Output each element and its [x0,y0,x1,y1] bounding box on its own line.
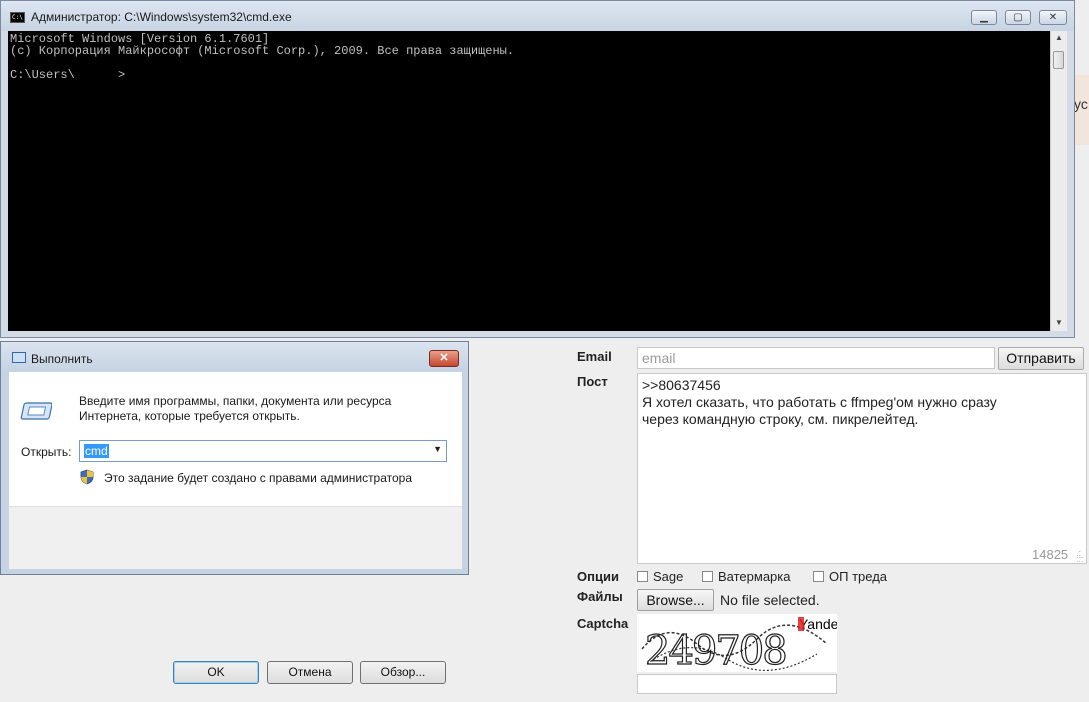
cmd-window-title: Администратор: C:\Windows\system32\cmd.e… [31,10,292,24]
run-dialog-body: Введите имя программы, папки, документа … [9,372,462,684]
cmd-window: C:\ Администратор: C:\Windows\system32\c… [0,0,1075,338]
maximize-icon[interactable]: ▢ [1005,10,1031,25]
cmd-scrollbar[interactable]: ▲ ▼ [1050,31,1067,331]
admin-note: Это задание будет создано с правами адми… [104,471,413,485]
browse-button[interactable]: Обзор... [360,661,446,684]
run-app-icon [12,352,26,363]
captcha-label: Captcha [577,616,629,631]
option-label: Sage [653,569,684,584]
option-op[interactable]: ОП треда [813,569,887,584]
open-combobox[interactable]: cmd ▼ [79,440,447,462]
open-value: cmd [84,444,109,458]
post-line: Я хотел сказать, что работать с ffmpeg'о… [642,394,997,410]
send-button[interactable]: Отправить [998,347,1084,370]
run-dialog-footer: OK Отмена Обзор... [9,506,462,684]
post-label: Пост [577,374,608,389]
run-description-line: Введите имя программы, папки, документа … [79,394,392,408]
post-line: >>80637456 [642,377,721,393]
cmd-console[interactable]: Microsoft Windows [Version 6.1.7601] (c)… [8,31,1050,331]
uac-shield-icon [80,469,94,485]
run-description-line: Интернета, которые требуется открыть. [79,409,300,423]
scroll-up-icon[interactable]: ▲ [1051,31,1067,45]
background-cut-text: ус [1074,96,1088,112]
file-status: No file selected. [720,592,820,608]
sage-checkbox[interactable] [637,571,648,582]
scroll-down-icon[interactable]: ▼ [1051,316,1067,330]
close-icon[interactable]: ✕ [1039,10,1067,25]
cancel-button[interactable]: Отмена [267,661,353,684]
cmd-app-icon: C:\ [10,12,25,23]
char-counter: 14825 [1032,547,1069,562]
scroll-thumb[interactable] [1053,51,1064,69]
email-field[interactable]: email [637,347,995,369]
close-icon[interactable]: ✕ [429,350,459,367]
captcha-image: 249708 Yandex [637,614,845,675]
ok-button[interactable]: OK [173,661,259,684]
cmd-titlebar[interactable]: C:\ Администратор: C:\Windows\system32\c… [1,1,1074,31]
files-label: Файлы [577,589,623,604]
option-label: Ватермарка [718,569,791,584]
watermark-checkbox[interactable] [702,571,713,582]
resize-grip-icon[interactable]: .:::: [1076,549,1086,564]
run-program-icon [20,402,52,420]
captcha-text: 249708 [645,628,786,672]
run-titlebar[interactable]: Выполнить ✕ [1,342,468,371]
run-description: Введите имя программы, папки, документа … [79,394,391,424]
run-dialog: Выполнить ✕ Введите имя программы, папки… [0,341,469,684]
option-watermark[interactable]: Ватермарка [702,569,790,584]
email-label: Email [577,349,612,364]
console-line: (c) Корпорация Майкрософт (Microsoft Cor… [10,44,515,58]
file-browse-button[interactable]: Browse... [637,589,714,611]
post-line: через командную строку, см. пикрелейтед. [642,411,919,427]
op-checkbox[interactable] [813,571,824,582]
run-dialog-title: Выполнить [31,352,93,366]
option-label: ОП треда [829,569,888,584]
yandex-logo: Yandex [799,616,837,632]
chevron-down-icon[interactable]: ▼ [433,444,442,454]
minimize-icon[interactable]: ▁ [971,10,997,25]
options-label: Опции [577,569,619,584]
post-textarea[interactable]: >>80637456 Я хотел сказать, что работать… [637,373,1087,564]
captcha-input[interactable] [637,674,837,694]
open-label: Открыть: [21,445,72,459]
console-line: C:\Users\ > [10,68,126,82]
option-sage[interactable]: Sage [637,569,683,584]
